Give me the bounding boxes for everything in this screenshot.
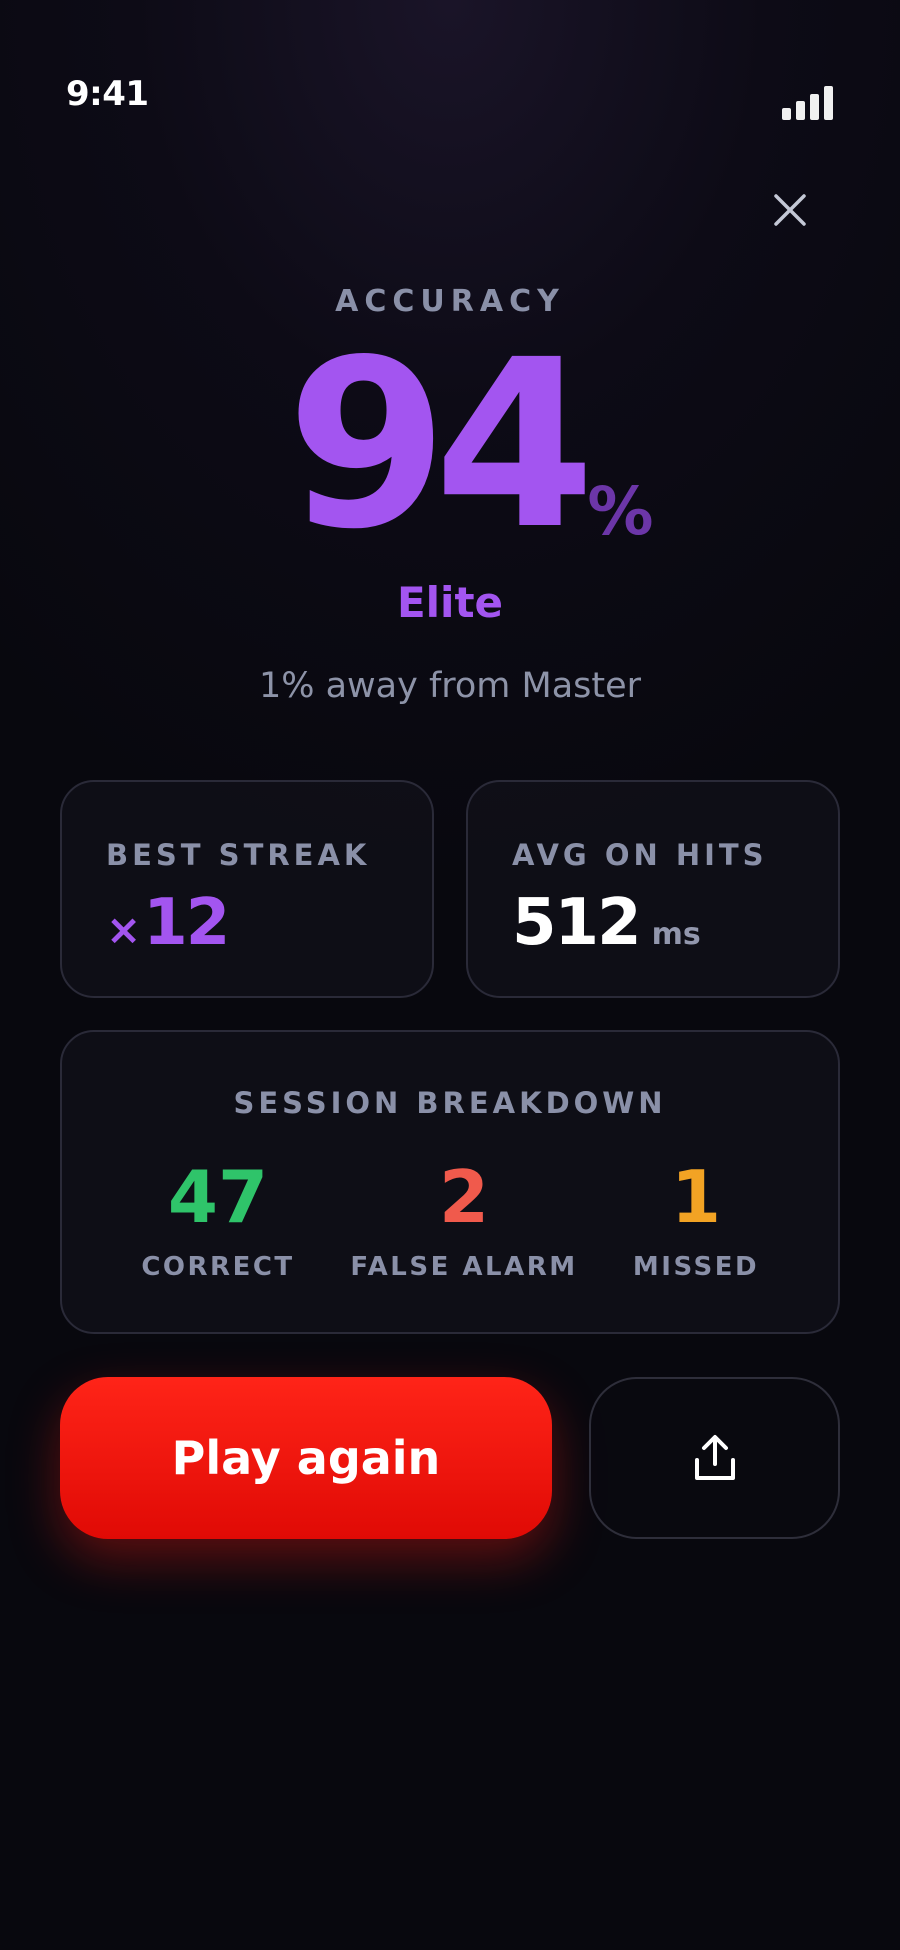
correct-count: 47 [167,1155,269,1239]
best-streak-card: BEST STREAK ×12 [60,780,434,998]
close-button[interactable] [762,182,818,238]
false-alarm-label: FALSE ALARM [350,1252,578,1282]
session-breakdown-title: SESSION BREAKDOWN [233,1086,667,1120]
status-bar: 9:41 [0,0,900,140]
avg-on-hits-value: 512 ms [512,886,701,960]
status-time: 9:41 [66,74,149,114]
share-icon [694,1435,735,1480]
share-button[interactable] [589,1377,840,1539]
play-again-button[interactable]: Play again [60,1377,552,1539]
breakdown-correct: 47 CORRECT [98,1152,338,1282]
breakdown-false-alarm: 2 FALSE ALARM [344,1152,584,1282]
best-streak-label: BEST STREAK [106,838,371,872]
missed-label: MISSED [632,1252,760,1282]
accuracy-score: 94 % [0,310,900,580]
cellular-signal-icon [782,86,834,120]
tier-label: Elite [396,578,504,627]
correct-label: CORRECT [141,1252,295,1282]
play-again-label: Play again [171,1431,441,1485]
close-icon [774,194,806,226]
avg-on-hits-unit: ms [651,917,701,952]
avg-on-hits-card: AVG ON HITS 512 ms [466,780,840,998]
avg-on-hits-label: AVG ON HITS [512,838,768,872]
next-tier-text: 1% away from Master [258,666,642,706]
breakdown-missed: 1 MISSED [576,1152,816,1282]
streak-multiplier-icon: × [106,905,141,954]
avg-on-hits-number: 512 [512,886,642,960]
accuracy-unit: % [587,473,654,550]
session-breakdown-card: SESSION BREAKDOWN 47 CORRECT 2 FALSE ALA… [60,1030,840,1334]
best-streak-number: 12 [143,886,230,960]
best-streak-value: ×12 [106,886,230,960]
accuracy-value: 94 [286,310,596,580]
missed-count: 1 [670,1155,722,1239]
false-alarm-count: 2 [438,1155,490,1239]
